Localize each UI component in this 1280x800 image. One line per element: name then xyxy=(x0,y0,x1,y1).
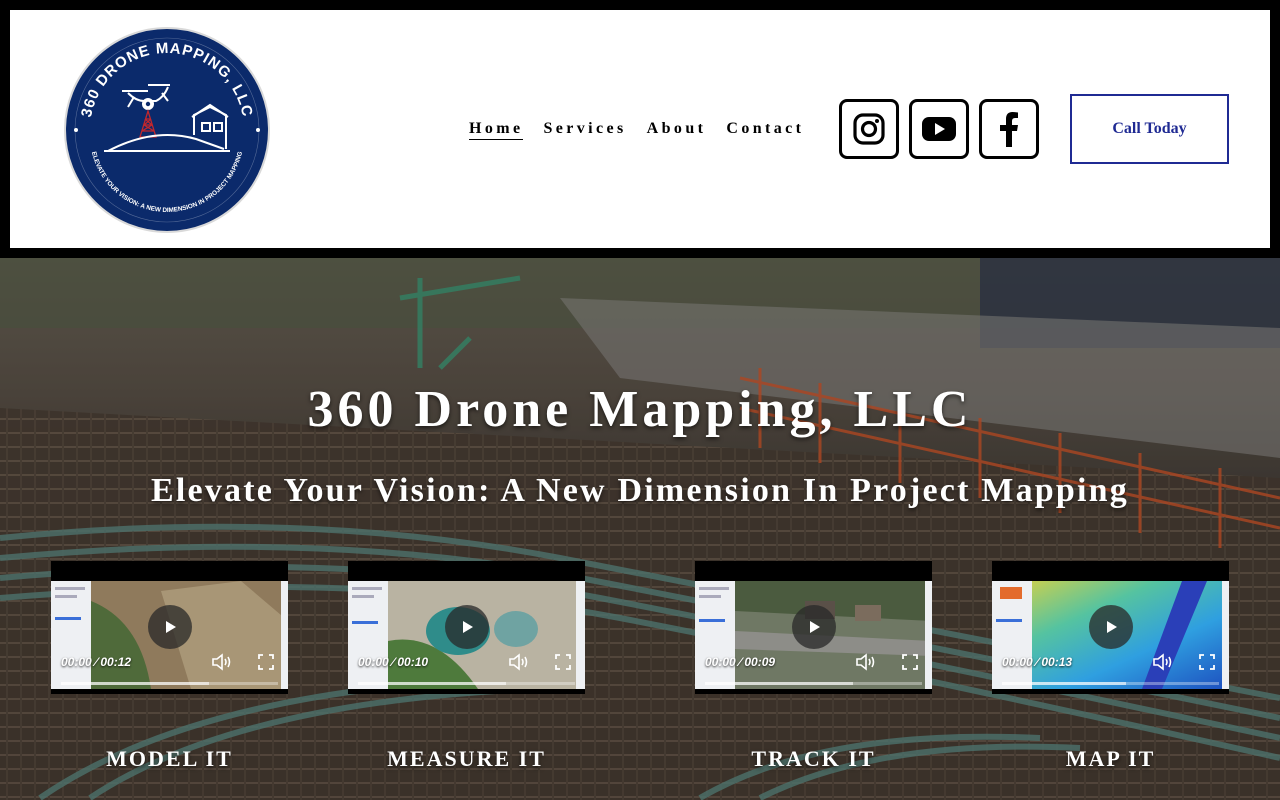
hero-subtitle: Elevate Your Vision: A New Dimension In … xyxy=(151,472,1129,509)
video-player-track[interactable]: 00:00 ⁄ 00:09 xyxy=(695,561,932,694)
video-buffer-fill xyxy=(1002,682,1126,685)
video-label-measure: MEASURE IT xyxy=(387,746,546,771)
video-buffer-fill xyxy=(61,682,209,685)
video-player-model[interactable]: 00:00 ⁄ 00:12 xyxy=(51,561,288,694)
fullscreen-icon[interactable] xyxy=(257,653,275,671)
play-icon xyxy=(463,621,473,633)
volume-icon[interactable] xyxy=(855,652,879,672)
video-time: 00:00 ⁄ 00:13 xyxy=(1002,655,1073,669)
hero-background-image xyxy=(0,258,1280,800)
play-button[interactable] xyxy=(792,605,836,649)
instagram-icon xyxy=(853,113,885,145)
nav-services[interactable]: Services xyxy=(543,120,626,140)
video-buffer-fill xyxy=(358,682,506,685)
video-progress-bar[interactable] xyxy=(61,682,278,685)
video-time: 00:00 ⁄ 00:09 xyxy=(705,655,776,669)
play-icon xyxy=(810,621,820,633)
video-player-map[interactable]: 00:00 ⁄ 00:13 xyxy=(992,561,1229,694)
youtube-button[interactable] xyxy=(909,99,969,159)
volume-icon[interactable] xyxy=(211,652,235,672)
nav-contact[interactable]: Contact xyxy=(726,120,804,140)
play-button[interactable] xyxy=(445,605,489,649)
fullscreen-icon[interactable] xyxy=(1198,653,1216,671)
play-icon xyxy=(166,621,176,633)
instagram-button[interactable] xyxy=(839,99,899,159)
main-nav: Home Services About Contact xyxy=(469,120,804,140)
volume-icon[interactable] xyxy=(508,652,532,672)
fullscreen-icon[interactable] xyxy=(554,653,572,671)
nav-home[interactable]: Home xyxy=(469,120,524,140)
youtube-icon xyxy=(922,117,956,141)
volume-icon[interactable] xyxy=(1152,652,1176,672)
fullscreen-icon[interactable] xyxy=(901,653,919,671)
video-progress-bar[interactable] xyxy=(1002,682,1219,685)
hero-section: 360 Drone Mapping, LLC Elevate Your Visi… xyxy=(0,258,1280,800)
video-buffer-fill xyxy=(705,682,853,685)
video-label-map: MAP IT xyxy=(1065,746,1156,771)
play-button[interactable] xyxy=(1089,605,1133,649)
social-links xyxy=(839,99,1039,159)
play-icon xyxy=(1107,621,1117,633)
video-time: 00:00 ⁄ 00:12 xyxy=(61,655,132,669)
hero-title: 360 Drone Mapping, LLC xyxy=(307,381,973,438)
video-label-model: MODEL IT xyxy=(106,746,233,771)
call-today-button[interactable]: Call Today xyxy=(1070,94,1229,164)
video-progress-bar[interactable] xyxy=(705,682,922,685)
site-header: 360 DRONE MAPPING, LLC ELEVATE YOUR VISI… xyxy=(10,10,1270,248)
nav-about[interactable]: About xyxy=(647,120,707,140)
facebook-button[interactable] xyxy=(979,99,1039,159)
company-logo[interactable]: 360 DRONE MAPPING, LLC ELEVATE YOUR VISI… xyxy=(64,27,270,233)
play-button[interactable] xyxy=(148,605,192,649)
video-player-measure[interactable]: 00:00 ⁄ 00:10 xyxy=(348,561,585,694)
facebook-icon xyxy=(1000,112,1018,147)
video-label-track: TRACK IT xyxy=(751,746,876,771)
video-time: 00:00 ⁄ 00:10 xyxy=(358,655,429,669)
video-progress-bar[interactable] xyxy=(358,682,575,685)
